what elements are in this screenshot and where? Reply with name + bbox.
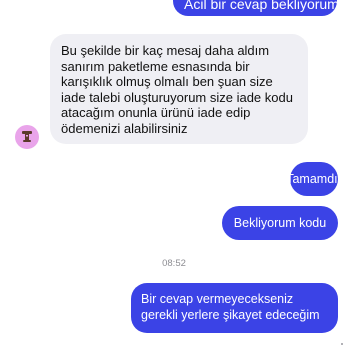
robot-icon [22,131,32,142]
message-text: Acil bir cevap bekliyorum [184,0,337,12]
chat-thread: Acil bir cevap bekliyorum Bu şekilde bir… [0,0,350,350]
incoming-message-bubble: Bu şekilde bir kaç mesaj daha aldım sanı… [50,34,308,144]
message-text: Bekliyorum kodu [233,216,327,230]
seller-avatar[interactable] [15,125,39,149]
message-text: Tamamdır [286,172,342,186]
delivery-status-icon [341,343,343,345]
outgoing-message-bubble: Bekliyorum kodu [222,206,338,240]
message-timestamp: 08:52 [162,258,186,269]
outgoing-message-bubble: Bir cevap vermeyecekseniz gerekli yerler… [131,283,338,333]
outgoing-message-bubble: Tamamdır [286,162,342,196]
message-text: Bu şekilde bir kaç mesaj daha aldım sanı… [61,43,293,136]
message-text: Bir cevap vermeyecekseniz gerekli yerler… [141,292,320,322]
outgoing-message-bubble: Acil bir cevap bekliyorum [173,0,337,16]
